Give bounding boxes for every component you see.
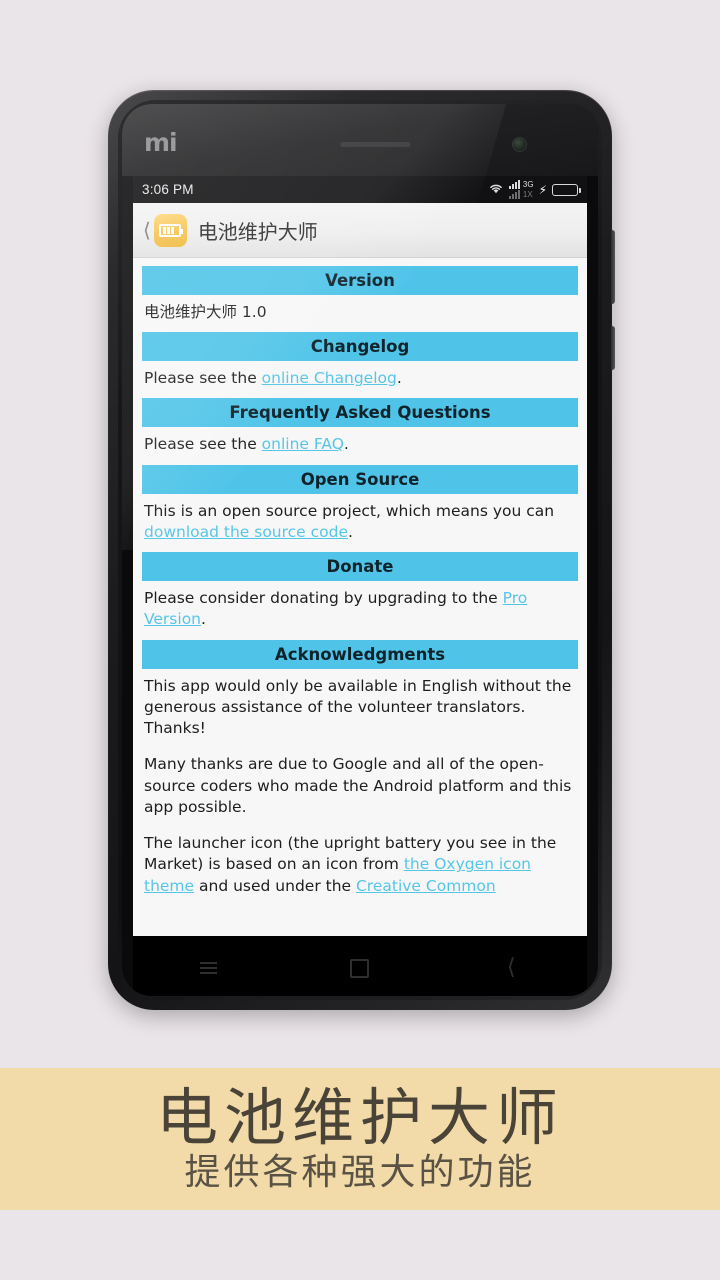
- section-header: Version: [142, 266, 578, 295]
- phone-top-bezel: mi: [122, 104, 598, 176]
- content-text: Please see the: [144, 369, 262, 388]
- battery-app-icon[interactable]: [153, 213, 187, 247]
- section-paragraph: Please consider donating by upgrading to…: [144, 588, 578, 630]
- content-link[interactable]: online Changelog: [262, 369, 397, 387]
- battery-icon: [552, 183, 581, 196]
- page-title: 电池维护大师: [197, 219, 318, 244]
- section-header: Open Source: [142, 464, 578, 494]
- content-text: .: [343, 435, 349, 454]
- content-link[interactable]: online FAQ: [262, 435, 344, 453]
- content-text: .: [348, 522, 353, 541]
- network-type-primary: 3G: [522, 180, 534, 189]
- mi-brand-logo: mi: [144, 128, 178, 157]
- content-text: Please consider donating by upgrading to…: [144, 589, 503, 608]
- section-paragraph: Please see the online Changelog.: [144, 368, 578, 389]
- content-text: This app would only be available in Engl…: [144, 676, 572, 738]
- menu-icon[interactable]: [187, 951, 231, 985]
- section-header: Acknowledgments: [142, 639, 578, 669]
- section-header: Changelog: [142, 332, 578, 362]
- back-icon[interactable]: ⟨: [489, 951, 533, 985]
- content-text: Please see the: [144, 435, 262, 454]
- about-content-scroll-area[interactable]: Version 电池维护大师 1.0 Changelog Please see the…: [133, 258, 587, 936]
- home-icon[interactable]: [338, 951, 382, 985]
- device-screen: 3:06 PM 3G 1X ⚡ ⟨ 电池维护大师 Version 电池维护大师 …: [133, 176, 587, 936]
- status-bar-icons: 3G 1X ⚡: [488, 180, 581, 199]
- android-navigation-bar: ⟨: [133, 936, 587, 996]
- charging-bolt-icon: ⚡: [538, 182, 547, 197]
- section-paragraph: Please see the online FAQ.: [144, 434, 578, 455]
- promo-subtitle: 提供各种强大的功能: [184, 1152, 536, 1194]
- app-bar: ⟨ 电池维护大师: [133, 203, 587, 258]
- section-paragraph: Many thanks are due to Google and all of…: [144, 754, 578, 818]
- network-type-secondary: 1X: [522, 190, 533, 199]
- signal-bars-icon: 3G 1X: [508, 180, 534, 199]
- status-bar-time: 3:06 PM: [142, 182, 194, 197]
- content-text: and used under the: [194, 876, 356, 895]
- section-paragraph: The launcher icon (the upright battery y…: [144, 833, 578, 897]
- volume-rocker-button[interactable]: [611, 230, 615, 304]
- phone-device-mockup: mi 3:06 PM 3G 1X ⚡ ⟨ 电池维护大师 Version 电池维护…: [108, 90, 615, 1010]
- content-text: 电池维护大师 1.0: [144, 303, 267, 321]
- promo-title: 电池维护大师: [155, 1081, 564, 1155]
- content-link[interactable]: download the source code: [144, 523, 348, 541]
- back-chevron-icon[interactable]: ⟨: [143, 220, 151, 240]
- section-paragraph: This is an open source project, which me…: [144, 501, 578, 543]
- power-button[interactable]: [611, 326, 615, 370]
- status-bar: 3:06 PM 3G 1X ⚡: [133, 176, 587, 203]
- section-header: Donate: [142, 552, 578, 582]
- content-text: .: [396, 369, 402, 388]
- promo-banner: 电池维护大师 提供各种强大的功能: [0, 1068, 720, 1210]
- phone-screen-glass: mi 3:06 PM 3G 1X ⚡ ⟨ 电池维护大师 Version 电池维护…: [122, 104, 598, 996]
- section-header: Frequently Asked Questions: [142, 398, 578, 428]
- battery-glyph: [159, 223, 184, 237]
- section-paragraph: This app would only be available in Engl…: [144, 676, 578, 740]
- earpiece-speaker-icon: [340, 142, 411, 147]
- section-paragraph: 电池维护大师 1.0: [144, 302, 578, 323]
- content-text: .: [201, 610, 206, 629]
- content-link[interactable]: Creative Common: [356, 877, 496, 895]
- wifi-icon: [488, 182, 504, 197]
- content-text: This is an open source project, which me…: [144, 501, 555, 520]
- content-text: Many thanks are due to Google and all of…: [144, 755, 572, 816]
- front-camera-icon: [513, 138, 526, 151]
